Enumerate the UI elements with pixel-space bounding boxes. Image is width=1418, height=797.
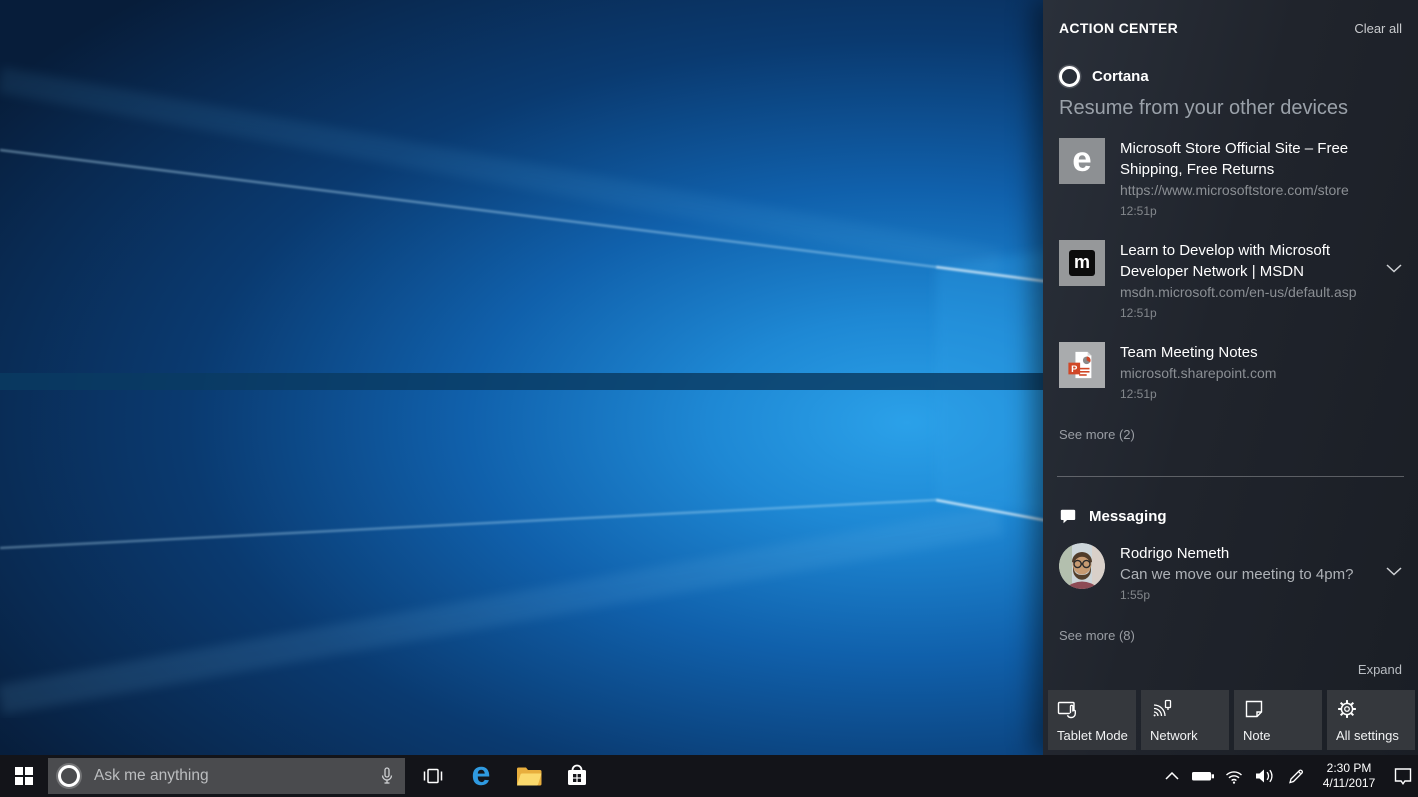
- chevron-down-icon[interactable]: [1386, 567, 1402, 576]
- microphone-icon[interactable]: [377, 766, 397, 791]
- pen-tray-button[interactable]: [1280, 755, 1311, 797]
- start-button[interactable]: [0, 755, 48, 797]
- expand-link[interactable]: Expand: [1358, 662, 1402, 677]
- tray-expand-button[interactable]: [1156, 755, 1187, 797]
- message-body: Rodrigo Nemeth Can we move our meeting t…: [1120, 543, 1353, 604]
- quick-actions: Tablet Mode Network: [1043, 690, 1418, 750]
- action-center-header: ACTION CENTER Clear all: [1059, 20, 1402, 36]
- chevron-down-icon[interactable]: [1386, 264, 1402, 273]
- action-center-tray-button[interactable]: [1387, 755, 1418, 797]
- section-divider: [1057, 476, 1404, 477]
- action-center-icon: [1393, 766, 1413, 786]
- quick-action-label: Network: [1150, 728, 1198, 743]
- clock-time: 2:30 PM: [1315, 761, 1383, 776]
- tablet-mode-icon: [1057, 698, 1081, 725]
- clock-date: 4/11/2017: [1315, 776, 1383, 791]
- msdn-icon: [1059, 240, 1105, 286]
- search-input[interactable]: [92, 758, 371, 794]
- edge-icon: e: [472, 757, 491, 791]
- folder-icon: [516, 766, 543, 787]
- messaging-section-header[interactable]: Messaging: [1059, 507, 1402, 525]
- quick-action-label: Tablet Mode: [1057, 728, 1128, 743]
- action-center-title: ACTION CENTER: [1059, 20, 1178, 36]
- notification-url: microsoft.sharepoint.com: [1120, 363, 1276, 384]
- message-item[interactable]: Rodrigo Nemeth Can we move our meeting t…: [1059, 543, 1402, 604]
- pen-icon: [1286, 766, 1306, 786]
- messaging-app-name: Messaging: [1089, 508, 1167, 525]
- store-icon: [565, 764, 589, 788]
- resume-heading: Resume from your other devices: [1059, 97, 1402, 120]
- speaker-icon: [1254, 768, 1276, 784]
- svg-text:P: P: [1071, 364, 1077, 374]
- message-text: Can we move our meeting to 4pm?: [1120, 564, 1353, 585]
- notification-title: Team Meeting Notes: [1120, 342, 1276, 363]
- notification-item-store[interactable]: Microsoft Store Official Site – Free Shi…: [1059, 138, 1402, 220]
- notification-body: Team Meeting Notes microsoft.sharepoint.…: [1120, 342, 1276, 403]
- quick-action-note[interactable]: Note: [1234, 690, 1322, 750]
- message-sender: Rodrigo Nemeth: [1120, 543, 1353, 564]
- action-center-content: ACTION CENTER Clear all Cortana Resume f…: [1043, 0, 1418, 755]
- notification-item-msdn[interactable]: Learn to Develop with Microsoft Develope…: [1059, 240, 1402, 322]
- volume-tray-button[interactable]: [1249, 755, 1280, 797]
- notification-body: Microsoft Store Official Site – Free Shi…: [1120, 138, 1368, 220]
- edge-taskbar-button[interactable]: e: [457, 755, 505, 797]
- task-view-icon: [421, 765, 445, 787]
- battery-icon: [1191, 769, 1215, 783]
- action-center-panel: ACTION CENTER Clear all Cortana Resume f…: [1043, 0, 1418, 755]
- taskbar-app-icons: e: [409, 755, 601, 797]
- cortana-app-name: Cortana: [1092, 68, 1149, 85]
- network-icon: [1150, 698, 1174, 725]
- expand-row: Expand: [1059, 661, 1402, 679]
- see-more-cortana-link[interactable]: See more (2): [1059, 427, 1135, 442]
- see-more-messaging-link[interactable]: See more (8): [1059, 628, 1135, 643]
- taskbar: e: [0, 755, 1418, 797]
- tray-clock[interactable]: 2:30 PM 4/11/2017: [1315, 761, 1383, 791]
- battery-tray-button[interactable]: [1187, 755, 1218, 797]
- cortana-section-header[interactable]: Cortana: [1059, 66, 1402, 87]
- cortana-icon: [1059, 66, 1080, 87]
- notification-url: msdn.microsoft.com/en-us/default.asp: [1120, 282, 1368, 303]
- note-icon: [1243, 698, 1265, 725]
- wifi-icon: [1224, 768, 1244, 784]
- powerpoint-doc-glyph: P: [1067, 350, 1097, 380]
- quick-action-network[interactable]: Network: [1141, 690, 1229, 750]
- quick-action-label: Note: [1243, 728, 1270, 743]
- notification-body: Learn to Develop with Microsoft Develope…: [1120, 240, 1368, 322]
- file-explorer-button[interactable]: [505, 755, 553, 797]
- notification-url: https://www.microsoftstore.com/store: [1120, 180, 1368, 201]
- avatar: [1059, 543, 1105, 589]
- microsoft-store-button[interactable]: [553, 755, 601, 797]
- cortana-notifications: Microsoft Store Official Site – Free Shi…: [1059, 138, 1402, 403]
- messaging-icon: [1059, 507, 1077, 525]
- notification-time: 12:51p: [1120, 385, 1276, 403]
- message-time: 1:55p: [1120, 586, 1353, 604]
- system-tray: 2:30 PM 4/11/2017: [1156, 755, 1418, 797]
- windows-logo-icon: [15, 767, 33, 785]
- powerpoint-icon: P: [1059, 342, 1105, 388]
- settings-gear-icon: [1336, 698, 1358, 725]
- notification-item-meeting-notes[interactable]: P Team Meeting Notes microsoft.sharepoin…: [1059, 342, 1402, 403]
- clear-all-button[interactable]: Clear all: [1354, 21, 1402, 36]
- quick-action-label: All settings: [1336, 728, 1399, 743]
- task-view-button[interactable]: [409, 755, 457, 797]
- quick-action-all-settings[interactable]: All settings: [1327, 690, 1415, 750]
- notification-title: Microsoft Store Official Site – Free Shi…: [1120, 138, 1368, 180]
- quick-action-tablet-mode[interactable]: Tablet Mode: [1048, 690, 1136, 750]
- wifi-tray-button[interactable]: [1218, 755, 1249, 797]
- desktop-screen: ACTION CENTER Clear all Cortana Resume f…: [0, 0, 1418, 797]
- chevron-up-icon: [1165, 772, 1179, 780]
- notification-time: 12:51p: [1120, 304, 1368, 322]
- taskbar-search: [48, 758, 405, 794]
- msdn-icon-glyph: [1069, 250, 1095, 276]
- edge-icon: [1059, 138, 1105, 184]
- notification-title: Learn to Develop with Microsoft Develope…: [1120, 240, 1368, 282]
- notification-time: 12:51p: [1120, 202, 1368, 220]
- cortana-search-icon: [58, 765, 80, 787]
